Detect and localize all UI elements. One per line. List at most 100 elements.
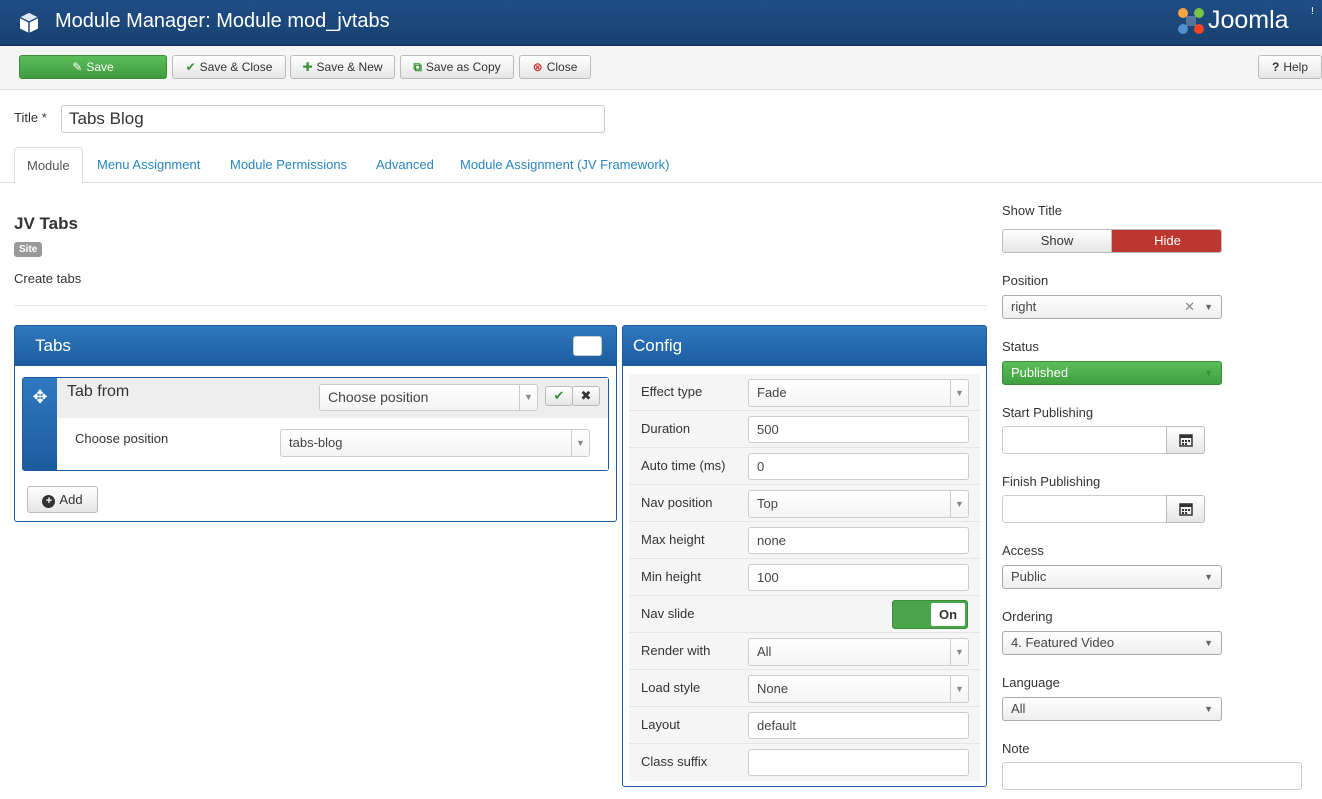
tabs-panel-title: Tabs — [35, 336, 71, 355]
chevron-down-icon: ▼ — [950, 380, 968, 406]
position-value-select[interactable]: tabs-blog ▼ — [280, 429, 590, 457]
choose-position-select[interactable]: Choose position ▼ — [319, 384, 538, 411]
start-calendar-button[interactable] — [1166, 426, 1205, 454]
config-label: Render with — [641, 643, 711, 658]
config-label: Duration — [641, 421, 691, 436]
tab-module-permissions[interactable]: Module Permissions — [230, 147, 347, 183]
save-button[interactable]: ✎ Save — [19, 55, 167, 79]
module-name: JV Tabs — [14, 214, 78, 233]
auto-time-input[interactable] — [748, 453, 969, 480]
config-label: Nav position — [641, 495, 713, 510]
chevron-down-icon: ▼ — [950, 676, 968, 702]
config-label: Max height — [641, 532, 705, 547]
joomla-logo-icon — [1178, 8, 1204, 34]
config-row-max-height: Max height — [629, 522, 980, 559]
page-title: Module Manager: Module mod_jvtabs — [55, 10, 390, 32]
min-height-input[interactable] — [748, 564, 969, 591]
toolbar: ✎ Save ✔ Save & Close ✚ Save & New ⧉ Save as… — [0, 46, 1322, 90]
chevron-down-icon: ▼ — [1204, 704, 1213, 714]
position-label: Position — [1002, 273, 1049, 288]
hide-button[interactable]: Hide — [1112, 230, 1221, 252]
plus-icon: ✚ — [302, 60, 313, 74]
class-suffix-input[interactable] — [748, 749, 969, 776]
title-input[interactable] — [61, 105, 605, 133]
position-select[interactable]: right ✕ ▼ — [1002, 295, 1222, 319]
chevron-down-icon: ▼ — [950, 639, 968, 665]
tab-module[interactable]: Module — [14, 147, 83, 184]
config-form: Effect type Fade ▼ Duration Auto time (m… — [629, 374, 980, 781]
config-row-effect-type: Effect type Fade ▼ — [629, 374, 980, 411]
joomla-logo-text: Joomla — [1208, 6, 1289, 34]
site-badge: Site — [14, 242, 43, 257]
save-close-button[interactable]: ✔ Save & Close — [172, 55, 286, 79]
duration-input[interactable] — [748, 416, 969, 443]
add-icon: + — [42, 495, 56, 508]
note-label: Note — [1002, 741, 1030, 756]
save-new-button[interactable]: ✚ Save & New — [290, 55, 395, 79]
config-row-min-height: Min height — [629, 559, 980, 596]
question-icon: ? — [1271, 60, 1280, 74]
move-icon[interactable]: ✥ — [23, 378, 57, 470]
show-button[interactable]: Show — [1003, 230, 1112, 252]
clear-icon[interactable]: ✕ — [1184, 296, 1195, 318]
chevron-down-icon: ▼ — [571, 430, 589, 456]
joomla-logo-sup: ! — [1311, 6, 1314, 17]
add-tab-button[interactable]: + Add — [27, 486, 98, 513]
ordering-select[interactable]: 4. Featured Video ▼ — [1002, 631, 1222, 655]
effect-type-select[interactable]: Fade ▼ — [748, 379, 969, 407]
chevron-down-icon: ▼ — [1204, 368, 1213, 378]
show-title-toggle: Show Hide — [1002, 229, 1222, 253]
config-panel: Config Effect type Fade ▼ Duration Auto … — [622, 325, 987, 787]
config-label: Load style — [641, 680, 701, 695]
divider — [14, 305, 987, 306]
start-publishing-label: Start Publishing — [1002, 405, 1094, 420]
start-publishing-input[interactable] — [1002, 426, 1167, 454]
config-label: Min height — [641, 569, 701, 584]
tab-advanced[interactable]: Advanced — [376, 147, 434, 183]
tab-module-assignment-jv[interactable]: Module Assignment (JV Framework) — [460, 147, 670, 183]
tab-bar: Module Menu Assignment Module Permission… — [0, 147, 1322, 184]
nav-slide-toggle[interactable]: On — [892, 600, 968, 629]
finish-calendar-button[interactable] — [1166, 495, 1205, 523]
tab-item-title: Tab from — [67, 383, 130, 400]
remove-button[interactable]: ✖ — [572, 386, 600, 406]
calendar-icon — [1178, 434, 1193, 447]
layout-input[interactable] — [748, 712, 969, 739]
chevron-down-icon: ▼ — [1204, 638, 1213, 648]
config-panel-title: Config — [633, 336, 683, 355]
config-panel-header: Config — [623, 326, 986, 366]
note-input[interactable] — [1002, 762, 1302, 790]
cube-icon — [19, 13, 39, 33]
save-copy-button[interactable]: ⧉ Save as Copy — [400, 55, 514, 79]
render-with-select[interactable]: All ▼ — [748, 638, 969, 666]
tab-menu-assignment[interactable]: Menu Assignment — [97, 147, 200, 183]
status-select[interactable]: Published ▼ — [1002, 361, 1222, 385]
finish-publishing-input[interactable] — [1002, 495, 1167, 523]
copy-icon: ⧉ — [413, 60, 422, 74]
load-style-select[interactable]: None ▼ — [748, 675, 969, 703]
help-button[interactable]: ? Help — [1258, 55, 1322, 79]
close-circle-icon: ⊗ — [532, 60, 543, 74]
close-button[interactable]: ⊗ Close — [519, 55, 591, 79]
chevron-down-icon: ▼ — [1204, 302, 1213, 312]
finish-publishing-label: Finish Publishing — [1002, 474, 1101, 489]
config-row-render-with: Render with All ▼ — [629, 633, 980, 670]
calendar-icon — [1178, 503, 1193, 516]
max-height-input[interactable] — [748, 527, 969, 554]
language-select[interactable]: All ▼ — [1002, 697, 1222, 721]
nav-position-select[interactable]: Top ▼ — [748, 490, 969, 518]
app-header: Module Manager: Module mod_jvtabs Joomla… — [0, 0, 1322, 46]
config-label: Effect type — [641, 384, 703, 399]
config-label: Layout — [641, 717, 681, 732]
chevron-down-icon: ▼ — [1204, 572, 1213, 582]
config-row-layout: Layout — [629, 707, 980, 744]
tabs-panel-toggle-button[interactable] — [573, 336, 602, 356]
confirm-button[interactable]: ✔ — [545, 386, 573, 406]
tabs-panel: Tabs ✥ Tab from Choose position ▼ ✔ ✖ Ch… — [14, 325, 617, 522]
access-select[interactable]: Public ▼ — [1002, 565, 1222, 589]
config-row-nav-position: Nav position Top ▼ — [629, 485, 980, 522]
config-label: Auto time (ms) — [641, 458, 726, 473]
config-row-nav-slide: Nav slide On — [629, 596, 980, 633]
status-label: Status — [1002, 339, 1039, 354]
config-label: Class suffix — [641, 754, 708, 769]
